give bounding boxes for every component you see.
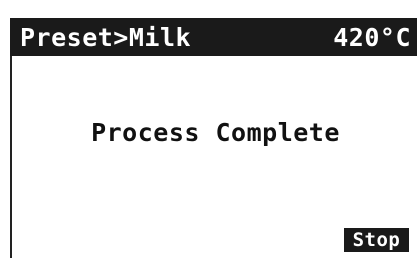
temperature-readout: 420°C (333, 22, 411, 52)
stop-button-label: Stop (352, 229, 401, 251)
header-bar: Preset>Milk 420°C (10, 18, 417, 56)
status-message: Process Complete (91, 118, 340, 147)
preset-title: Preset>Milk (20, 22, 192, 52)
device-screen: Preset>Milk 420°C Process Complete Stop (0, 0, 419, 258)
stop-button[interactable]: Stop (344, 228, 409, 252)
